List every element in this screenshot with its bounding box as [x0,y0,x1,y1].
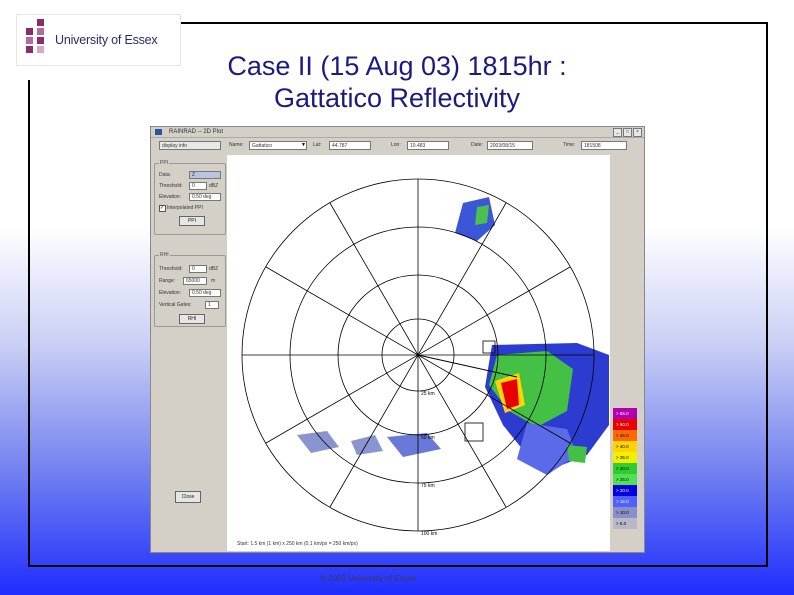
legend-item: > 5.0 [613,518,637,529]
logo-square-icon [26,37,33,44]
name-field[interactable]: Gattatico [249,141,307,150]
rhi-elevation-select[interactable]: 0.50 deg [189,289,221,297]
legend-item: > 35.0 [613,452,637,463]
ppi-button[interactable]: PPI [179,216,205,226]
time-field[interactable]: 181508 [581,141,627,150]
logo-square-icon [37,19,44,26]
vertical-gates-label: Vertical Gates: [159,302,192,308]
legend-item: > 55.0 [613,408,637,419]
date-label: Date: [471,142,483,148]
legend-item: > 30.0 [613,463,637,474]
display-select[interactable]: display info [159,141,221,150]
interpolated-label: Interpolated PPI [167,205,203,211]
app-icon [155,129,162,135]
range-label: Range: [159,278,176,284]
window-titlebar: RAINRAD -- 2D Plot _ □ × [151,127,644,138]
logo-square-icon [26,46,33,53]
date-field[interactable]: 2003/08/15 [487,141,533,150]
legend-item: > 40.0 [613,441,637,452]
echo-cell [475,205,489,225]
rhi-threshold-field[interactable]: 0 [189,265,207,273]
threshold-field[interactable]: 0 [189,182,207,190]
range-label: 75 km [421,483,435,489]
interpolated-checkbox[interactable]: ✓ [159,205,166,212]
status-text: Start: 1.5 km (1 km) x 250 km (0.1 km/px… [237,541,358,547]
elevation-select[interactable]: 0.50 deg [189,193,221,201]
legend-item: > 10.0 [613,507,637,518]
legend-item: > 15.0 [613,496,637,507]
data-label: Data: [159,172,171,178]
range-label: 50 km [421,435,435,441]
logo-text: University of Essex [55,33,158,47]
legend-item: > 45.0 [613,430,637,441]
slide-title-line1: Case II (15 Aug 03) 1815hr : [227,51,567,81]
legend-item: > 20.0 [613,485,637,496]
selection-box[interactable] [464,422,484,442]
ppi-group-label: PPI [159,160,170,166]
elevation-label: Elevation: [159,194,181,200]
range-unit: m [211,278,216,284]
range-label: 100 km [421,531,437,537]
rhi-button[interactable]: RHI [179,314,205,324]
logo-square-icon [37,46,44,53]
echo-cell [567,445,587,463]
slide-title: Case II (15 Aug 03) 1815hr : Gattatico R… [150,50,644,115]
control-panel: PPI Data: Z Threshold: 0 dBZ Elevation: … [151,155,227,551]
frame-line-left [28,80,30,567]
rhi-group-label: RHI [159,252,170,258]
ppi-group: PPI Data: Z Threshold: 0 dBZ Elevation: … [154,160,226,235]
rhi-elevation-label: Elevation: [159,290,181,296]
footer-copyright: © 2003 University of Essex [320,574,417,583]
maximize-icon[interactable]: □ [623,128,632,137]
rhi-threshold-unit: dBZ [209,266,219,272]
echo-cell [351,435,383,455]
app-window: RAINRAD -- 2D Plot _ □ × display info Na… [150,126,645,553]
logo-square-icon [37,28,44,35]
reflectivity-echoes [297,197,609,475]
window-title: RAINRAD -- 2D Plot [169,129,224,135]
threshold-label: Threshold: [159,183,183,189]
lat-label: Lat: [313,142,322,148]
rhi-group: RHI Threshold: 0 dBZ Range: 65000 m Elev… [154,252,226,327]
slide-title-line2: Gattatico Reflectivity [273,83,521,114]
threshold-unit: dBZ [209,183,219,189]
legend-item: > 25.0 [613,474,637,485]
lat-field[interactable]: 44.787 [329,141,371,150]
toolbar: display info Name: Gattatico ▼ Lat: 44.7… [151,138,644,154]
vertical-gates-field[interactable]: 1 [205,301,219,309]
frame-line-right [766,22,768,567]
time-label: Time: [563,142,576,148]
lon-label: Lon: [391,142,401,148]
minimize-icon[interactable]: _ [613,128,622,137]
radar-plot[interactable]: 25 km 50 km 75 km 100 km Start: 1.5 km (… [227,155,610,551]
logo-square-icon [37,37,44,44]
name-label: Name: [229,142,244,148]
frame-line-bottom [28,565,768,567]
close-icon[interactable]: × [633,128,642,137]
range-field[interactable]: 65000 [183,277,207,285]
legend-item: > 50.0 [613,419,637,430]
data-select[interactable]: Z [189,171,221,179]
rhi-threshold-label: Threshold: [159,266,183,272]
lon-field[interactable]: 10.483 [407,141,449,150]
chevron-down-icon[interactable]: ▼ [301,142,306,148]
close-button[interactable]: Close [175,491,201,503]
logo-square-icon [26,28,33,35]
radar-ppi-svg[interactable]: 25 km 50 km 75 km 100 km [227,155,610,551]
color-legend: > 55.0 > 50.0 > 45.0 > 40.0 > 35.0 > 30.… [613,408,637,532]
range-label: 25 km [421,391,435,397]
